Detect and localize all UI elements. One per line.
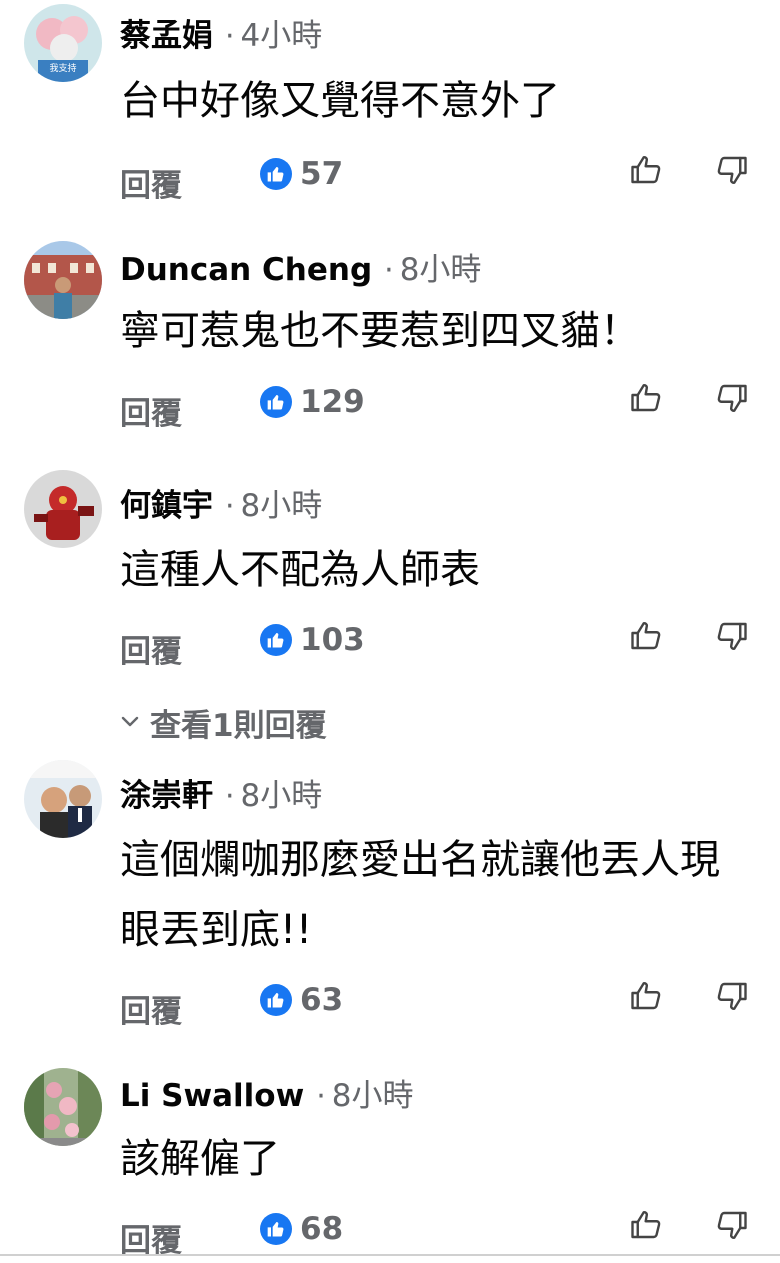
chevron-down-icon [118,709,142,737]
like-badge-icon [260,624,292,656]
avatar[interactable] [24,241,102,319]
thumb-down-icon[interactable] [714,618,750,654]
avatar[interactable] [24,470,102,548]
thumb-up-icon[interactable] [628,1207,664,1243]
view-replies-label: 查看1則回覆 [150,708,327,744]
thumb-up-icon[interactable] [628,618,664,654]
commenter-name[interactable]: 何鎮宇 [120,480,213,525]
like-count: 57 [300,156,344,192]
view-replies-link[interactable]: 查看1則回覆 [118,700,327,745]
commenter-name[interactable]: Li Swallow [120,1078,304,1114]
separator: · [225,19,235,54]
reply-button[interactable]: 回覆 [120,626,182,671]
like-badge-icon [260,984,292,1016]
comment-text: 該解僱了 [120,1136,280,1182]
comment-time[interactable]: 8小時 [241,770,323,815]
comment-time[interactable]: 8小時 [332,1070,414,1115]
avatar[interactable] [24,760,102,838]
separator: · [316,1079,326,1114]
like-badge-icon [260,386,292,418]
reply-button[interactable]: 回覆 [120,986,182,1031]
like-count: 129 [300,384,365,420]
thumb-down-icon[interactable] [714,1207,750,1243]
commenter-name[interactable]: 蔡孟娟 [120,10,213,55]
comment-text: 台中好像又覺得不意外了 [120,78,560,124]
comment-time[interactable]: 4小時 [241,10,323,55]
like-badge-icon [260,1213,292,1245]
comment-text: 這個爛咖那麼愛出名就讓他丟人現眼丟到底!! [120,837,720,953]
thumb-down-icon[interactable] [714,380,750,416]
thumb-up-icon[interactable] [628,152,664,188]
like-count: 68 [300,1211,344,1247]
reaction-count[interactable]: 103 [260,618,365,662]
comment-text: 這種人不配為人師表 [120,547,480,593]
avatar[interactable]: 我支持 [24,4,102,82]
like-badge-icon [260,158,292,190]
comment-time[interactable]: 8小時 [241,480,323,525]
thumb-down-icon[interactable] [714,152,750,188]
comment-time[interactable]: 8小時 [400,244,482,289]
like-count: 103 [300,622,365,658]
comment-text: 寧可惹鬼也不要惹到四叉貓！ [120,308,640,354]
separator: · [384,253,394,288]
reaction-count[interactable]: 129 [260,380,365,424]
reply-button[interactable]: 回覆 [120,160,182,205]
separator: · [225,779,235,814]
avatar-caption: 我支持 [49,62,76,74]
like-count: 63 [300,982,344,1018]
separator: · [225,489,235,524]
reaction-count[interactable]: 63 [260,978,343,1022]
commenter-name[interactable]: Duncan Cheng [120,252,372,288]
thumb-up-icon[interactable] [628,978,664,1014]
reaction-count[interactable]: 57 [260,152,343,196]
commenter-name[interactable]: 涂崇軒 [120,770,213,815]
avatar[interactable] [24,1068,102,1146]
divider [0,1254,780,1256]
reply-button[interactable]: 回覆 [120,388,182,433]
thumb-down-icon[interactable] [714,978,750,1014]
reaction-count[interactable]: 68 [260,1207,343,1251]
thumb-up-icon[interactable] [628,380,664,416]
